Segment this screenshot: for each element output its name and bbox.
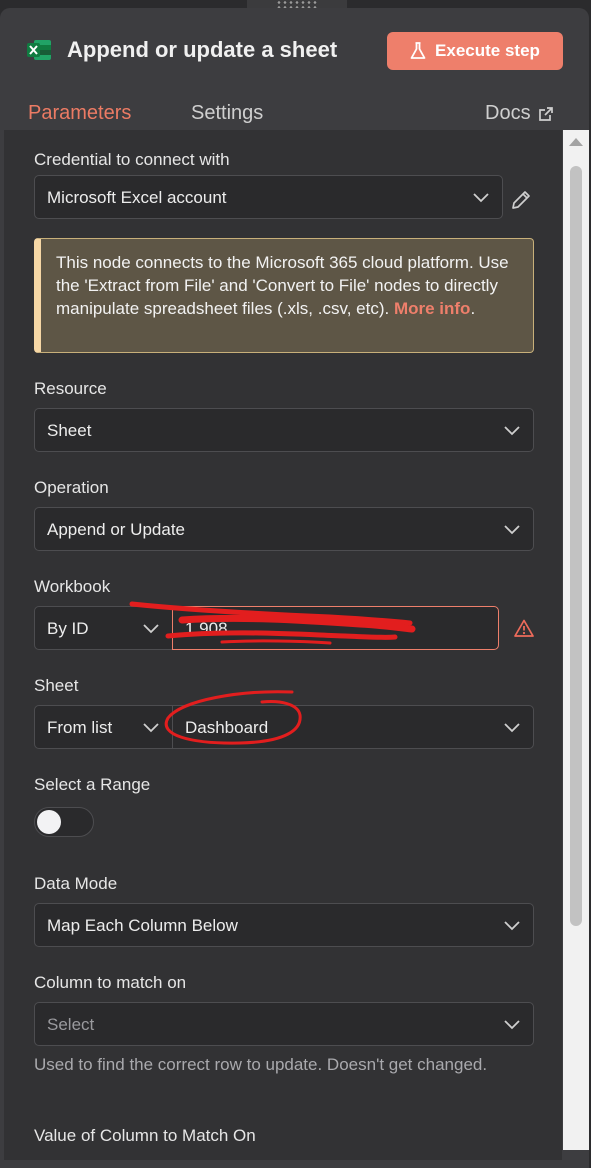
chevron-down-icon [504,525,520,535]
sheet-mode-value[interactable]: From list [47,718,112,738]
workbook-mode-value: By ID [47,619,89,638]
node-title: Append or update a sheet [67,37,338,62]
scrollbar[interactable] [563,130,589,1150]
sheet-value[interactable]: Dashboard [185,718,268,738]
sheet-label: Sheet [34,676,79,695]
chevron-down-icon [504,426,520,436]
panel-header: Append or update a sheet Execute step [0,8,589,88]
match-column-select[interactable]: Select [34,1002,534,1046]
info-notice: This node connects to the Microsoft 365 … [34,238,534,353]
chevron-down-icon [473,193,489,203]
match-column-placeholder: Select [47,1015,95,1034]
field-divider [172,706,173,748]
sheet-selector: From list Dashboard [34,705,534,749]
resource-select[interactable]: Sheet [34,408,534,452]
match-column-label: Column to match on [34,973,187,992]
resource-value: Sheet [47,421,92,440]
credential-select[interactable]: Microsoft Excel account [34,175,503,219]
chevron-down-icon[interactable] [504,723,520,733]
data-mode-value: Map Each Column Below [47,916,238,935]
flask-icon [410,42,426,59]
workbook-id-value: 1 908 [185,619,228,638]
workbook-label: Workbook [34,577,111,596]
credential-value: Microsoft Excel account [47,188,227,207]
operation-select[interactable]: Append or Update [34,507,534,551]
chevron-down-icon[interactable] [143,723,159,733]
execute-step-label: Execute step [435,41,540,60]
match-column-hint: Used to find the correct row to update. … [34,1055,488,1074]
edit-credential-icon[interactable] [510,189,532,211]
operation-label: Operation [34,478,109,497]
tab-parameters[interactable]: Parameters [28,102,131,125]
data-mode-label: Data Mode [34,874,118,893]
scroll-thumb[interactable] [570,166,582,926]
chevron-down-icon [143,624,159,634]
more-info-link[interactable]: More info [394,299,471,318]
range-label: Select a Range [34,775,151,794]
excel-icon [27,40,51,60]
notice-text: This node connects to the Microsoft 365 … [56,251,516,320]
chevron-down-icon [504,1020,520,1030]
warning-icon [514,619,534,637]
resource-label: Resource [34,379,107,398]
external-link-icon [538,106,553,121]
docs-label: Docs [485,102,531,124]
parameters-content: Credential to connect with Microsoft Exc… [4,130,562,1160]
execute-step-button[interactable]: Execute step [387,32,563,70]
match-value-label: Value of Column to Match On [34,1126,256,1145]
select-range-toggle[interactable] [34,807,94,837]
workbook-id-input[interactable]: 1 908 [172,606,499,650]
credential-label: Credential to connect with [34,150,230,169]
tab-docs[interactable]: Docs [485,102,554,125]
notice-end: . [470,299,476,318]
toggle-knob [37,810,61,834]
operation-value: Append or Update [47,520,185,539]
workbook-mode-select[interactable]: By ID [34,606,174,650]
chevron-down-icon [504,921,520,931]
scroll-up-arrow-icon[interactable] [569,138,583,146]
tab-settings[interactable]: Settings [191,102,263,125]
data-mode-select[interactable]: Map Each Column Below [34,903,534,947]
